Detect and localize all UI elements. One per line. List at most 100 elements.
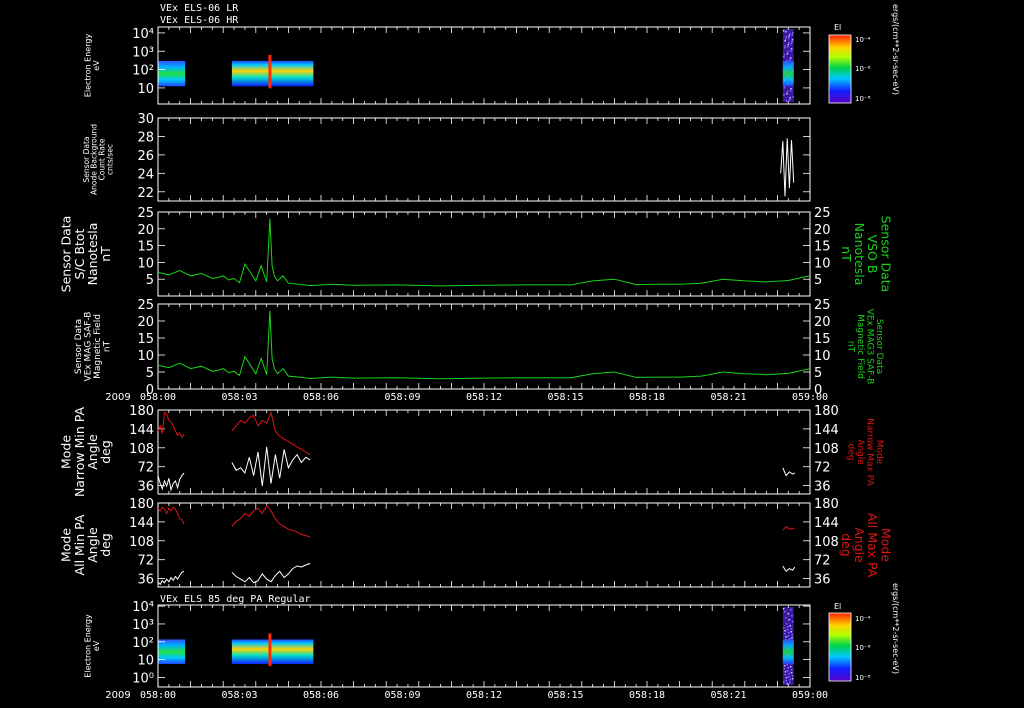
y-tick-label-right: 144 (814, 423, 839, 438)
spectrogram-speckle (790, 609, 792, 611)
y-tick-label: 5 (146, 366, 154, 381)
spectrogram-speckle (783, 47, 786, 49)
time-tick-label: 058:15 (547, 392, 583, 403)
time-tick-label: 058:06 (303, 392, 339, 403)
axis-label-line: nT (98, 246, 113, 262)
y-tick-label: 10 (137, 82, 154, 97)
spectrogram-speckle (787, 37, 790, 39)
spectrogram-speckle (792, 96, 794, 98)
axis-label-line: nT (102, 340, 112, 352)
plot-header-lr: VEx ELS-06 LR (160, 3, 239, 14)
y-tick-label-right: 20 (814, 223, 831, 238)
spectrogram-block (158, 639, 186, 665)
y-axis-label: ModeAll Min PAAngledeg (59, 514, 113, 575)
y-tick-label-right: 25 (814, 206, 831, 221)
spectrogram-speckle (789, 682, 791, 684)
y-tick-label: 10 (137, 654, 154, 669)
spectrogram-speckle (786, 626, 789, 628)
y-axis-label-right: Sensor DataVSO BNanoteslanT (839, 216, 893, 293)
y-axis-label: Sensor DataS/C BtotNanoteslanT (59, 216, 113, 293)
series-line (782, 467, 796, 477)
spectrogram-speckle (788, 35, 790, 37)
spectrogram-speckle (786, 629, 789, 631)
time-tick-label: 059:00 (792, 392, 828, 403)
y-axis-label-right: ModeNarrow Max PAAngledeg (846, 418, 884, 486)
y-tick-label: 24 (137, 167, 154, 182)
spectrogram-speckle (788, 99, 791, 101)
spectrogram-speckle (785, 31, 787, 33)
spectrogram-speckle (783, 665, 786, 667)
spectrogram-speckle (784, 38, 787, 40)
y-axis-label-right: Sensor DataVEx MAG3 SAF-BMagnetic Fieldn… (846, 309, 884, 385)
spectrogram-spike (268, 633, 272, 667)
spectrogram-speckle (792, 32, 794, 34)
y-tick-label-right: 5 (814, 273, 822, 288)
y-axis-label: Sensor Data VEx MAG SAF-B Magnetic Field nT (74, 312, 112, 382)
y-tick-label: 5 (146, 273, 154, 288)
y-tick-label-right: 108 (814, 442, 839, 457)
spectrogram-speckle (784, 40, 786, 42)
y-tick-label: 15 (137, 332, 154, 347)
spectrogram-speckle (788, 619, 790, 621)
y-tick-label: 28 (137, 130, 154, 145)
y-tick-label: 180 (129, 497, 154, 512)
spectrogram-speckle (791, 669, 793, 671)
spectrogram-speckle (789, 666, 792, 668)
y-tick-label: 20 (137, 315, 154, 330)
panel-b-total: 5 510 1015 1520 2025 25Sensor DataS/C BtotNan… (59, 206, 893, 297)
spectrogram-speckle (792, 621, 794, 623)
y-tick-label: 30 (137, 112, 154, 127)
time-tick-label: 059:00 (792, 690, 828, 701)
y-tick-label: 10³ (132, 618, 154, 633)
panel-electron-energy-85deg: 10⁰ 10 10² 10³ 10⁴ Electron Energy eV 2009 058:0… (84, 600, 828, 701)
y-tick-label: 36 (137, 573, 154, 588)
spectrogram-speckle (791, 41, 793, 43)
panel-mag-field: 0 05 510 1015 1520 2025 25Sensor Data VEx MAG S… (74, 298, 884, 403)
y-tick-label: 72 (137, 461, 154, 476)
axis-label-line: deg (839, 533, 854, 557)
time-tick-label: 058:21 (710, 392, 746, 403)
time-tick-label: 058:09 (384, 392, 420, 403)
series-line (782, 525, 796, 531)
spectrogram-speckle (788, 42, 790, 44)
spectrogram-block (158, 60, 186, 87)
plot-header-hr: VEx ELS-06 HR (160, 15, 239, 26)
y-tick-label: 108 (129, 442, 154, 457)
y-tick-label: 22 (137, 186, 154, 201)
y-tick-label-right: 15 (814, 240, 831, 255)
spectrogram-speckle (787, 613, 790, 615)
axis-label-line: deg (846, 444, 856, 461)
colorbar-unit-label: ergs/(cm**2-sr-sec-eV) (891, 583, 900, 674)
spectrogram-speckle (784, 633, 786, 635)
series-line (231, 446, 311, 487)
colorbar-bottom: El 10⁻⁴ 10⁻⁶ 10⁻⁸ ergs/(cm**2-sr-sec-eV) (828, 583, 900, 682)
spectrogram-speckle (783, 681, 785, 683)
y-tick-label-right: 36 (814, 480, 831, 495)
spectrogram-speckle (783, 56, 785, 58)
series-line (157, 218, 811, 287)
spectrogram-speckle (788, 638, 791, 640)
panel-frame (157, 502, 811, 588)
spectrogram-speckle (789, 90, 792, 92)
y-axis-label: Electron Energy eV (84, 614, 101, 678)
spectrogram-speckle (791, 34, 793, 36)
series-line (157, 570, 185, 586)
y-tick-label-right: 108 (814, 535, 839, 550)
panel-electron-energy-lr-hr: 10 10² 10³ 10⁴ Electron Energy eV (84, 26, 811, 105)
y-tick-label: 10² (132, 64, 154, 79)
spectrogram-speckle (784, 674, 787, 676)
y-tick-label: 10³ (132, 45, 154, 60)
els-summary-plot: VEx ELS-06 LR VEx ELS-06 HR El 10⁻⁴ 10⁻⁶… (59, 3, 900, 701)
colorbar-tick: 10⁻⁶ (855, 644, 871, 652)
y-tick-label: 180 (129, 404, 154, 419)
panel-narrow-pa: 36 36 72 72 108 108 144 144 180 180 ModeNarrow Min… (59, 404, 884, 497)
colorbar-scale (828, 34, 852, 104)
colorbar-tick: 10⁻⁶ (855, 65, 871, 73)
spectrogram-block (231, 60, 314, 87)
y-tick-label: 20 (137, 223, 154, 238)
time-tick-label: 058:12 (466, 392, 502, 403)
colorbar-title: El (834, 602, 841, 611)
spectrogram-speckle (783, 54, 786, 56)
spectrogram-speckle (784, 617, 787, 619)
y-tick-label: 10 (137, 349, 154, 364)
